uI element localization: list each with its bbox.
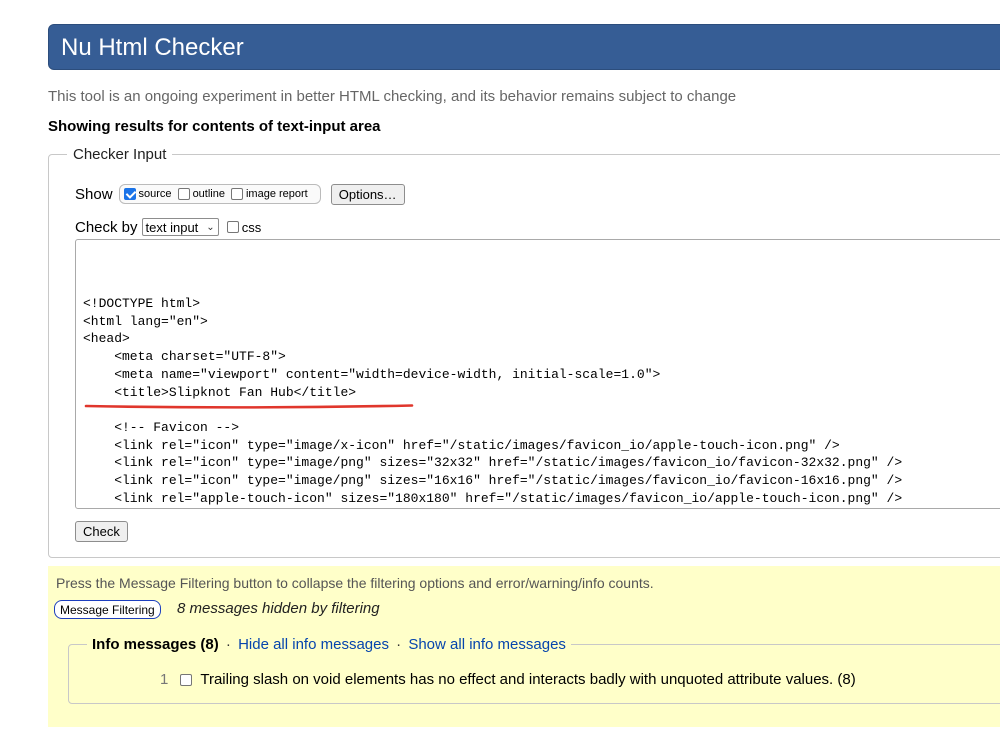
results-heading: Showing results for contents of text-inp… [48, 118, 381, 135]
show-all-info-link[interactable]: Show all info messages [408, 636, 566, 653]
css-option[interactable]: css [226, 219, 262, 235]
chevron-down-icon: ⌄ [206, 221, 215, 233]
source-textarea[interactable]: <!DOCTYPE html> <html lang="en"> <head> … [75, 239, 1000, 509]
options-button[interactable]: Options… [330, 183, 405, 205]
red-underline-annotation [84, 404, 414, 409]
info-message-text: Trailing slash on void elements has no e… [200, 671, 856, 688]
show-image-report-option[interactable]: image report [230, 188, 308, 200]
source-checkbox[interactable] [123, 188, 136, 200]
check-button[interactable]: Check [75, 521, 128, 542]
outline-label: outline [192, 188, 225, 200]
source-code: <!DOCTYPE html> <html lang="en"> <head> … [83, 296, 903, 506]
separator: · [225, 636, 231, 653]
show-options-group: source outline image report [118, 184, 321, 204]
info-messages-title: Info messages (8) [92, 636, 219, 653]
hide-all-info-link[interactable]: Hide all info messages [238, 636, 389, 653]
tagline: This tool is an ongoing experiment in be… [48, 88, 737, 105]
css-label: css [241, 219, 262, 235]
check-by-value: text input [145, 219, 199, 235]
source-label: source [138, 188, 172, 200]
show-label: Show [75, 185, 113, 203]
check-by-row: Check by text input ⌄ css [75, 217, 261, 237]
show-source-option[interactable]: source [123, 188, 172, 200]
image-report-checkbox[interactable] [230, 188, 243, 200]
separator: · [396, 636, 402, 653]
css-checkbox[interactable] [226, 221, 239, 233]
info-message-item: 1 Trailing slash on void elements has no… [160, 671, 856, 688]
check-by-label: Check by [75, 218, 138, 236]
message-filtering-button[interactable]: Message Filtering [54, 600, 161, 619]
outline-checkbox[interactable] [177, 188, 190, 200]
image-report-label: image report [245, 188, 308, 200]
hidden-messages-count: 8 messages hidden by filtering [177, 600, 380, 617]
show-outline-option[interactable]: outline [177, 188, 225, 200]
check-by-select[interactable]: text input ⌄ [141, 218, 219, 236]
page-title: Nu Html Checker [61, 34, 244, 61]
checker-input-legend: Checker Input [73, 146, 167, 163]
info-message-number: 1 [160, 671, 169, 688]
filtering-note: Press the Message Filtering button to co… [56, 575, 654, 591]
info-message-checkbox[interactable] [180, 673, 193, 686]
info-messages-fieldset: Info messages (8) · Hide all info messag… [68, 636, 1000, 704]
info-messages-legend: Info messages (8) · Hide all info messag… [87, 636, 571, 653]
message-filtering-panel: Press the Message Filtering button to co… [48, 566, 1000, 727]
header-bar: Nu Html Checker [48, 24, 1000, 70]
show-options-row: Show source outline image report Options… [75, 182, 405, 206]
